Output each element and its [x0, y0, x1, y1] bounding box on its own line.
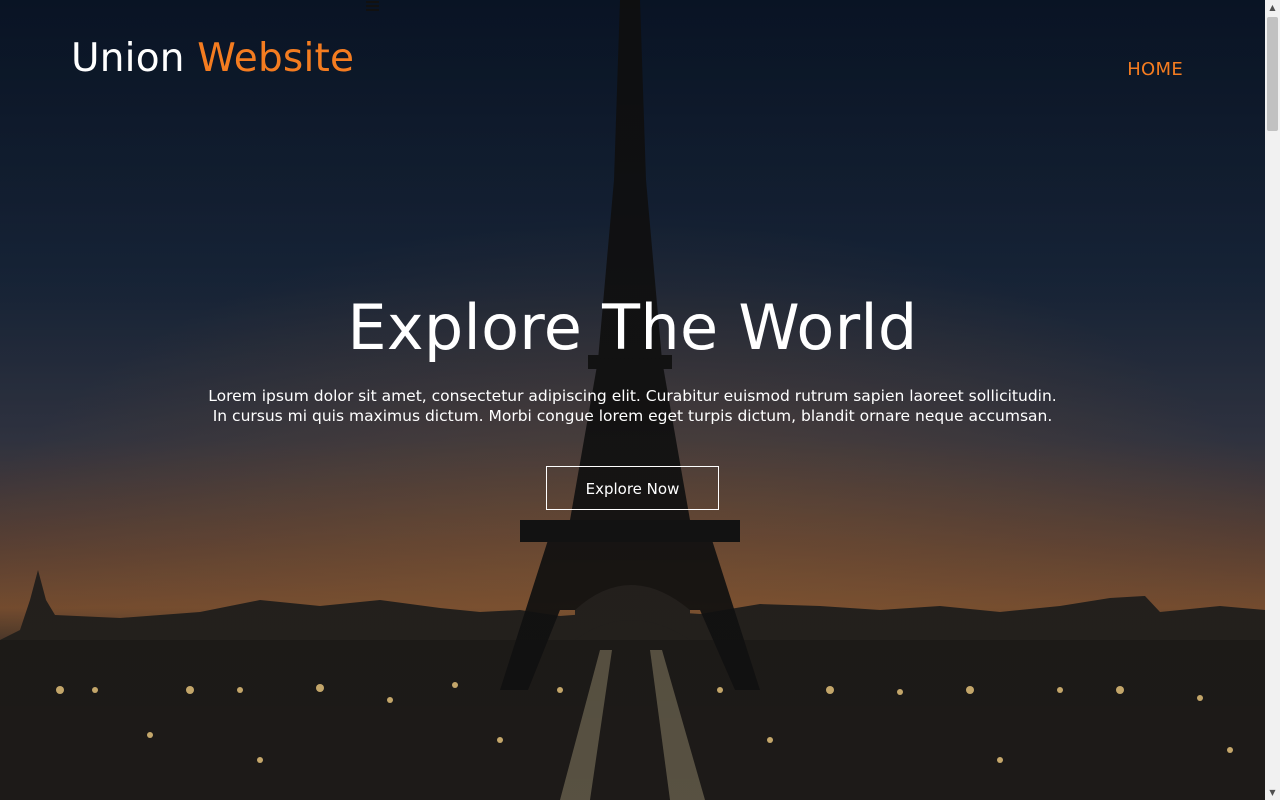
- page-viewport: Union Website HOME Explore The World Lor…: [0, 0, 1265, 800]
- brand-accent-text: Website: [197, 36, 355, 81]
- main-nav: HOME: [1127, 59, 1183, 80]
- scrollbar-thumb[interactable]: [1267, 17, 1278, 131]
- hero-description-line: In cursus mi quis maximus dictum. Morbi …: [212, 407, 1053, 425]
- nav-link-home[interactable]: HOME: [1127, 59, 1183, 80]
- hero-description: Lorem ipsum dolor sit amet, consectetur …: [183, 386, 1083, 426]
- hamburger-icon[interactable]: [366, 1, 379, 13]
- chevron-up-icon[interactable]: ▲: [1265, 0, 1280, 15]
- hero-section: Explore The World Lorem ipsum dolor sit …: [0, 290, 1265, 510]
- vertical-scrollbar[interactable]: ▲ ▼: [1265, 0, 1280, 800]
- chevron-down-icon[interactable]: ▼: [1265, 785, 1280, 800]
- brand-primary-text: Union: [71, 36, 185, 81]
- brand-logo[interactable]: Union Website: [71, 36, 354, 81]
- hero-description-line: Lorem ipsum dolor sit amet, consectetur …: [208, 387, 1057, 405]
- hero-title: Explore The World: [347, 291, 918, 364]
- explore-now-button[interactable]: Explore Now: [546, 466, 719, 510]
